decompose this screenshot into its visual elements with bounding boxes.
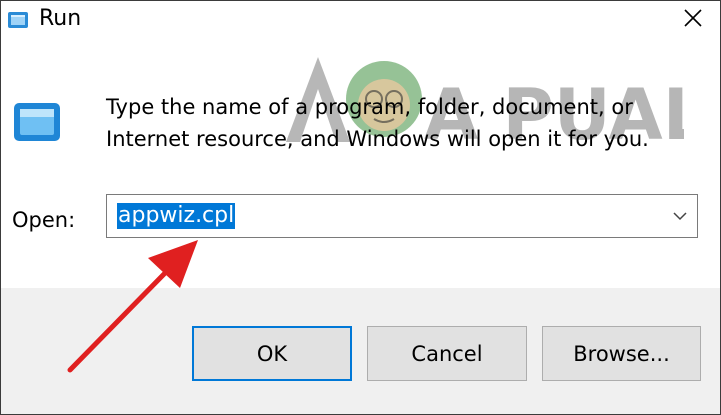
ok-button[interactable]: OK [192, 326, 352, 381]
chevron-down-icon [673, 212, 687, 221]
description-line-1: Type the name of a program, folder, docu… [106, 95, 633, 119]
run-app-icon [7, 9, 29, 31]
run-dialog: Run A PUALS [0, 0, 721, 415]
open-combobox[interactable]: appwiz.cpl [106, 194, 698, 238]
close-icon [684, 9, 702, 27]
run-large-icon [13, 99, 63, 149]
button-bar: OK Cancel Browse... [1, 288, 720, 414]
browse-button[interactable]: Browse... [542, 326, 701, 381]
title-bar: Run [1, 1, 720, 39]
window-title: Run [39, 6, 82, 31]
cancel-button[interactable]: Cancel [367, 326, 527, 381]
close-button[interactable] [670, 1, 716, 35]
description-line-2: Internet resource, and Windows will open… [106, 127, 649, 151]
dialog-content: A PUALS Type the name of a program, fold… [1, 39, 721, 288]
dropdown-toggle[interactable] [663, 195, 697, 237]
open-input-value[interactable]: appwiz.cpl [117, 203, 236, 229]
open-label: Open: [12, 208, 76, 232]
dialog-description: Type the name of a program, folder, docu… [106, 91, 696, 155]
